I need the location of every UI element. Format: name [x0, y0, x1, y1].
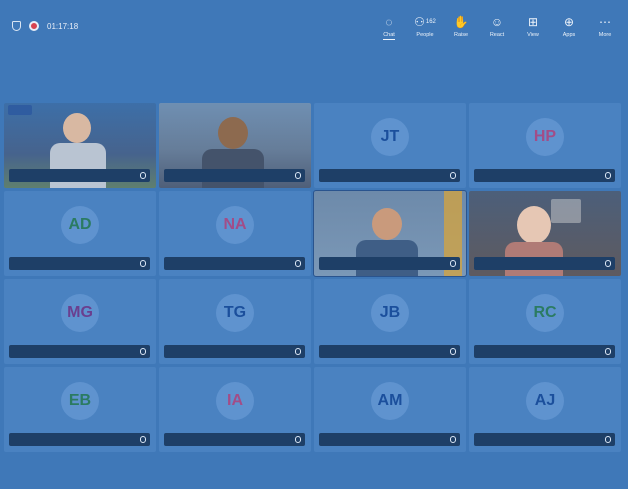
participant-head [63, 113, 91, 143]
meeting-timer: 01:17:18 [47, 21, 79, 31]
meeting-status: 01:17:18 [12, 21, 78, 31]
microphone-icon [605, 172, 611, 179]
raise-label: Raise [453, 32, 469, 38]
raise-button[interactable]: ✋ Raise [450, 15, 472, 38]
people-button[interactable]: ⚇ 162 People [414, 15, 436, 38]
participant-video-tile[interactable] [4, 103, 156, 188]
participant-name-tag [9, 345, 150, 358]
chat-icon: ◌ [385, 15, 393, 29]
participant-avatar: AJ [526, 382, 564, 420]
more-label: More [598, 32, 612, 38]
participant-head [372, 208, 402, 240]
chat-button[interactable]: ◌ Chat [378, 15, 400, 40]
raise-hand-icon: ✋ [453, 15, 469, 29]
participant-name-tag [319, 345, 460, 358]
participant-name-tag [474, 433, 615, 446]
participant-avatar: MG [61, 294, 99, 332]
chat-label: Chat [383, 32, 395, 40]
participant-avatar: HP [526, 118, 564, 156]
participant-tile[interactable]: JT [314, 103, 466, 188]
people-icon: ⚇ 162 [414, 15, 436, 29]
participant-tile[interactable]: HP [469, 103, 621, 188]
participant-avatar: AM [371, 382, 409, 420]
participant-head [218, 117, 248, 149]
participant-name-tag [9, 169, 150, 182]
microphone-icon [295, 436, 301, 443]
microphone-icon [450, 260, 456, 267]
smile-icon: ☺ [490, 15, 504, 29]
logo-icon [8, 105, 32, 115]
participant-video-tile[interactable] [159, 103, 311, 188]
recording-icon [29, 21, 39, 31]
participant-name-tag [9, 257, 150, 270]
participant-avatar: RC [526, 294, 564, 332]
meeting-toolbar: 01:17:18 ◌ Chat ⚇ 162 People ✋ Raise ☺ Re… [0, 0, 628, 52]
background-frame [551, 199, 581, 223]
participant-avatar: JB [371, 294, 409, 332]
participant-name-tag [164, 433, 305, 446]
participant-name-tag [474, 257, 615, 270]
participant-avatar: EB [61, 382, 99, 420]
grid-icon: ⊞ [527, 15, 539, 29]
more-icon: ⋯ [599, 15, 611, 29]
participant-name-tag [9, 433, 150, 446]
participant-avatar: IA [216, 382, 254, 420]
participant-tile[interactable]: TG [159, 279, 311, 364]
participant-name-tag [164, 257, 305, 270]
participant-tile[interactable]: AD [4, 191, 156, 276]
more-button[interactable]: ⋯ More [594, 15, 616, 38]
view-button[interactable]: ⊞ View [522, 15, 544, 38]
participant-video-tile[interactable] [313, 190, 467, 277]
participant-name-tag [319, 433, 460, 446]
microphone-icon [605, 260, 611, 267]
microphone-icon [140, 436, 146, 443]
microphone-icon [140, 172, 146, 179]
participant-tile[interactable]: RC [469, 279, 621, 364]
participant-video-tile[interactable] [469, 191, 621, 276]
microphone-icon [295, 348, 301, 355]
participant-avatar: AD [61, 206, 99, 244]
participant-name-tag [164, 169, 305, 182]
people-count: 162 [425, 19, 436, 25]
participant-tile[interactable]: AM [314, 367, 466, 452]
participant-avatar: TG [216, 294, 254, 332]
participant-tile[interactable]: EB [4, 367, 156, 452]
people-label: People [416, 32, 434, 38]
microphone-icon [140, 348, 146, 355]
shield-icon [12, 21, 21, 31]
microphone-icon [140, 260, 146, 267]
microphone-icon [605, 348, 611, 355]
microphone-icon [295, 172, 301, 179]
react-label: React [489, 32, 505, 38]
participant-name-tag [474, 345, 615, 358]
microphone-icon [295, 260, 301, 267]
participant-head [517, 206, 551, 244]
apps-button[interactable]: ⊕ Apps [558, 15, 580, 38]
participant-tile[interactable]: AJ [469, 367, 621, 452]
participant-avatar: NA [216, 206, 254, 244]
toolbar-controls: ◌ Chat ⚇ 162 People ✋ Raise ☺ React ⊞ Vie… [378, 15, 616, 40]
participant-tile[interactable]: MG [4, 279, 156, 364]
participant-tile[interactable]: NA [159, 191, 311, 276]
apps-label: Apps [562, 32, 576, 38]
participant-tile[interactable]: JB [314, 279, 466, 364]
participant-tile[interactable]: IA [159, 367, 311, 452]
participant-avatar: JT [371, 118, 409, 156]
participant-name-tag [164, 345, 305, 358]
participant-grid: JT HP AD NA MG TG JB RC EB IA AM AJ [4, 103, 621, 452]
react-button[interactable]: ☺ React [486, 15, 508, 38]
participant-name-tag [474, 169, 615, 182]
microphone-icon [450, 436, 456, 443]
microphone-icon [450, 348, 456, 355]
microphone-icon [450, 172, 456, 179]
participant-name-tag [319, 169, 460, 182]
participant-name-tag [319, 257, 460, 270]
apps-icon: ⊕ [563, 15, 575, 29]
microphone-icon [605, 436, 611, 443]
view-label: View [527, 32, 539, 38]
